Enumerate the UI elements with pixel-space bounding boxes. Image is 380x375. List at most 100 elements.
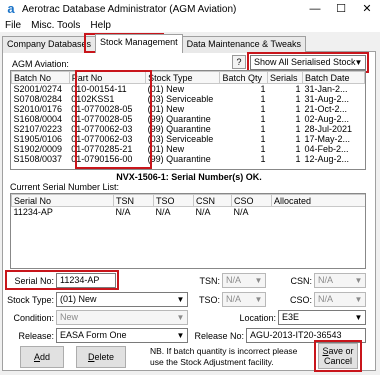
cell-batch-no: S1905/0106 bbox=[13, 134, 63, 144]
table-row[interactable]: S1608/0004 01-0770028-05 (99) Quarantine… bbox=[12, 114, 365, 124]
cell-batch-no: S0708/0284 bbox=[13, 94, 63, 104]
cell-stock-type: (99) Quarantine bbox=[147, 154, 211, 164]
minimize-button[interactable]: — bbox=[302, 0, 328, 18]
release-label: Release: bbox=[18, 331, 54, 341]
stock-table[interactable]: Batch No Part No Stock Type Batch Qty Se… bbox=[10, 70, 366, 170]
cell-batch-qty: 1 bbox=[260, 154, 266, 164]
cell-part-no: 01-0770028-05 bbox=[71, 104, 133, 114]
menu-help[interactable]: Help bbox=[85, 20, 116, 31]
cell-batch-date: 31-Aug-2... bbox=[304, 94, 350, 104]
col-tsn[interactable]: TSN bbox=[113, 194, 154, 207]
cell-batch-date: 21-Oct-2... bbox=[304, 104, 348, 114]
title-bar: a Aerotrac Database Administrator (AGM A… bbox=[0, 0, 380, 18]
stock-table-header: Batch No Part No Stock Type Batch Qty Se… bbox=[11, 71, 365, 84]
table-row[interactable]: S2001/0274 010-00154-11 (01) New 1 1 31-… bbox=[12, 84, 365, 95]
cell-serials: 1 bbox=[295, 114, 301, 124]
cell-batch-date: 17-May-2... bbox=[304, 134, 351, 144]
serial-table[interactable]: Serial No TSN TSO CSN CSO Allocated 1123… bbox=[10, 193, 366, 269]
col-csn[interactable]: CSN bbox=[193, 194, 232, 207]
col-batch-no[interactable]: Batch No bbox=[11, 71, 70, 84]
tso-value: N/A bbox=[226, 294, 242, 304]
tab-strip: Company Databases Stock Management Data … bbox=[2, 34, 306, 53]
col-serials[interactable]: Serials bbox=[266, 71, 304, 84]
cell-part-no: 01-0790156-00 bbox=[71, 154, 133, 164]
chevron-down-icon: ▼ bbox=[176, 313, 185, 322]
cell-stock-type: (01) New bbox=[147, 84, 185, 94]
window-title: Aerotrac Database Administrator (AGM Avi… bbox=[22, 3, 237, 15]
cell-serial-no: 11234-AP bbox=[13, 207, 53, 217]
tso-label: TSO: bbox=[198, 295, 220, 305]
chevron-down-icon: ▼ bbox=[354, 313, 363, 322]
col-part-no[interactable]: Part No bbox=[68, 71, 147, 84]
table-row[interactable]: S1508/0037 01-0790156-00 (99) Quarantine… bbox=[12, 154, 365, 164]
table-row[interactable]: S1902/0009 01-0770285-21 (01) New 1 1 04… bbox=[12, 144, 365, 154]
cell-batch-qty: 1 bbox=[260, 94, 266, 104]
window-controls: — ☐ ✕ bbox=[302, 0, 380, 18]
release-no-input[interactable]: AGU-2013-IT20-36543 bbox=[246, 328, 366, 343]
help-button[interactable]: ? bbox=[232, 55, 246, 69]
col-serial-no[interactable]: Serial No bbox=[11, 194, 114, 207]
cell-cso: N/A bbox=[233, 207, 249, 217]
table-row[interactable]: S2107/0223 01-0770062-03 (99) Quarantine… bbox=[12, 124, 365, 134]
csn-select[interactable]: N/A ▼ bbox=[314, 273, 366, 288]
close-button[interactable]: ✕ bbox=[354, 0, 380, 18]
save-or-cancel-button[interactable]: Save or Cancel bbox=[318, 343, 358, 369]
chevron-down-icon: ▼ bbox=[354, 295, 363, 304]
col-batch-qty[interactable]: Batch Qty bbox=[219, 71, 268, 84]
maximize-button[interactable]: ☐ bbox=[328, 0, 354, 18]
cso-select[interactable]: N/A ▼ bbox=[314, 292, 366, 307]
csn-label: CSN: bbox=[290, 276, 312, 286]
menu-file[interactable]: File bbox=[0, 20, 26, 31]
cell-batch-qty: 1 bbox=[260, 124, 266, 134]
col-tso[interactable]: TSO bbox=[153, 194, 194, 207]
location-select[interactable]: E3E ▼ bbox=[278, 310, 366, 325]
cell-allocated bbox=[272, 207, 366, 218]
table-row[interactable]: 11234-AP N/A N/A N/A N/A bbox=[12, 207, 366, 218]
cell-serials: 1 bbox=[295, 104, 301, 114]
cell-batch-date: 04-Feb-2... bbox=[304, 144, 349, 154]
cell-batch-no: S2010/0176 bbox=[13, 104, 63, 114]
release-select[interactable]: EASA Form One ▼ bbox=[56, 328, 188, 343]
cell-batch-qty: 1 bbox=[260, 114, 266, 124]
tab-company-databases[interactable]: Company Databases bbox=[2, 36, 97, 53]
col-allocated[interactable]: Allocated bbox=[271, 194, 365, 207]
tsn-select[interactable]: N/A ▼ bbox=[222, 273, 266, 288]
serial-list-label: Current Serial Number List: bbox=[10, 182, 120, 192]
cso-value: N/A bbox=[318, 294, 334, 304]
cell-stock-type: (03) Serviceable bbox=[147, 134, 214, 144]
status-message: NVX-1506-1: Serial Number(s) OK. bbox=[116, 172, 262, 182]
release-no-label: Release No: bbox=[194, 331, 244, 341]
menu-misc-tools[interactable]: Misc. Tools bbox=[26, 20, 85, 31]
stock-filter-select[interactable]: Show All Serialised Stock ▼ bbox=[250, 55, 366, 70]
col-batch-date[interactable]: Batch Date bbox=[302, 71, 365, 84]
chevron-down-icon: ▼ bbox=[254, 295, 263, 304]
cell-part-no: 01-0770285-21 bbox=[71, 144, 133, 154]
table-row[interactable]: S2010/0176 01-0770028-05 (01) New 1 1 21… bbox=[12, 104, 365, 114]
serial-no-input[interactable]: 11234-AP bbox=[56, 273, 116, 288]
condition-value: New bbox=[60, 312, 79, 322]
cell-tso: N/A bbox=[155, 207, 171, 217]
cell-serials: 1 bbox=[295, 124, 301, 134]
cell-batch-no: S1902/0009 bbox=[13, 144, 63, 154]
chevron-down-icon: ▼ bbox=[176, 295, 185, 304]
tsn-label: TSN: bbox=[199, 276, 220, 286]
add-button[interactable]: Add bbox=[20, 346, 64, 368]
cell-stock-type: (01) New bbox=[147, 144, 185, 154]
tso-select[interactable]: N/A ▼ bbox=[222, 292, 266, 307]
csn-value: N/A bbox=[318, 275, 334, 285]
tab-data-maintenance[interactable]: Data Maintenance & Tweaks bbox=[181, 36, 306, 53]
serial-no-label: Serial No: bbox=[14, 276, 54, 286]
delete-button[interactable]: Delete bbox=[76, 346, 126, 368]
table-row[interactable]: S1905/0106 01-0770062-03 (03) Serviceabl… bbox=[12, 134, 365, 144]
condition-select[interactable]: New ▼ bbox=[56, 310, 188, 325]
col-cso[interactable]: CSO bbox=[231, 194, 272, 207]
cell-stock-type: (03) Serviceable bbox=[147, 94, 214, 104]
col-stock-type[interactable]: Stock Type bbox=[145, 71, 221, 84]
cell-serials: 1 bbox=[295, 154, 301, 164]
tab-stock-management[interactable]: Stock Management bbox=[95, 34, 183, 53]
cell-batch-qty: 1 bbox=[260, 144, 266, 154]
stock-type-select[interactable]: (01) New ▼ bbox=[56, 292, 188, 307]
cell-batch-no: S2107/0223 bbox=[13, 124, 63, 134]
chevron-down-icon: ▼ bbox=[254, 276, 263, 285]
table-row[interactable]: S0708/0284 0102KSS1 (03) Serviceable 1 1… bbox=[12, 94, 365, 104]
